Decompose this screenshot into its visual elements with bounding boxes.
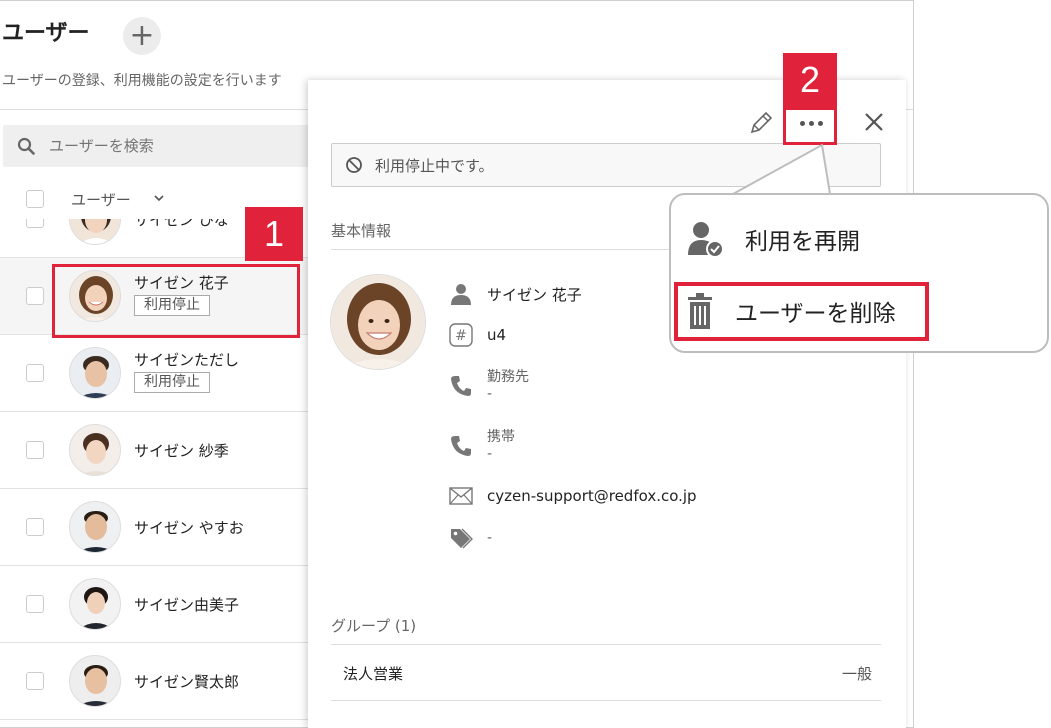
avatar [69, 578, 121, 630]
group-role: 一般 [841, 665, 872, 683]
edit-button[interactable] [748, 110, 774, 140]
chevron-down-icon[interactable] [152, 191, 166, 205]
page-subtitle: ユーザーの登録、利用機能の設定を行います [2, 73, 282, 89]
user-name: サイゼン やすお [134, 519, 244, 537]
suspended-status-bar: 利用停止中です。 [331, 143, 881, 187]
more-dots-icon [799, 120, 805, 126]
select-all-checkbox[interactable] [26, 190, 44, 208]
user-name: サイゼン賢太郎 [134, 673, 240, 691]
group-section-title: グループ (1) [331, 617, 417, 635]
search-box[interactable] [3, 125, 323, 167]
page-title: ユーザー [2, 21, 90, 46]
person-icon [451, 284, 471, 305]
column-header-user[interactable]: ユーザー [71, 189, 131, 210]
step1-label: 1 [245, 207, 303, 261]
row-checkbox[interactable] [26, 672, 44, 690]
tag-icon [451, 528, 473, 549]
list-item[interactable]: サイゼン賢太郎 [0, 643, 320, 720]
avatar [69, 219, 121, 245]
close-button[interactable] [863, 111, 885, 137]
add-user-button[interactable]: + [123, 17, 161, 55]
resume-usage-menu-item[interactable]: 利用を再開 [685, 219, 860, 259]
work-phone-value: - [487, 386, 493, 402]
status-badge: 利用停止 [134, 372, 210, 393]
avatar [69, 424, 121, 476]
status-message: 利用停止中です。 [375, 156, 494, 175]
user-check-icon [688, 222, 724, 258]
delete-user-menu-item[interactable]: ユーザーを削除 [685, 292, 896, 330]
list-item[interactable]: サイゼン やすお [0, 489, 320, 566]
status-badge: 利用停止 [134, 295, 210, 316]
close-icon [865, 113, 883, 131]
hash-icon: # [449, 323, 473, 347]
list-item[interactable]: サイゼン 紗季 [0, 412, 320, 489]
search-icon [17, 137, 35, 155]
delete-user-label: ユーザーを削除 [735, 301, 896, 327]
row-checkbox[interactable] [26, 219, 44, 228]
prohibited-icon [346, 157, 362, 173]
divider [331, 644, 881, 645]
step2-label: 2 [783, 53, 837, 107]
group-name: 法人営業 [343, 665, 404, 683]
list-item[interactable]: サイゼンただし 利用停止 [0, 335, 320, 412]
mobile-label: 携帯 [487, 429, 515, 445]
mobile-value: - [487, 446, 493, 462]
user-detail-panel: 利用停止中です。 基本情報 サイゼン 花子 # u4 勤務先 - 携帯 - cy… [308, 80, 906, 728]
avatar [69, 347, 121, 399]
svg-text:#: # [455, 328, 467, 344]
tags-value: - [487, 530, 493, 546]
email-address: cyzen-support@redfox.co.jp [487, 487, 697, 505]
more-options-menu: 利用を再開 ユーザーを削除 [669, 193, 1049, 353]
more-options-button[interactable] [794, 114, 828, 132]
user-list: サイゼン ひな サイゼン 花子 利用停止 サイゼンただし 利用停止 サイゼン 紗… [0, 219, 320, 727]
list-item[interactable]: サイゼン由美子 [0, 566, 320, 643]
list-item[interactable]: サイゼン 花子 利用停止 [0, 258, 320, 335]
row-checkbox[interactable] [26, 518, 44, 536]
divider [331, 700, 881, 701]
avatar [69, 270, 121, 322]
trash-icon [688, 293, 712, 329]
user-name: サイゼンただし [134, 351, 240, 369]
work-phone-label: 勤務先 [487, 369, 529, 385]
row-checkbox[interactable] [26, 287, 44, 305]
row-checkbox[interactable] [26, 364, 44, 382]
user-name: サイゼン由美子 [134, 596, 240, 614]
row-checkbox[interactable] [26, 595, 44, 613]
plus-icon: + [129, 18, 155, 53]
row-checkbox[interactable] [26, 441, 44, 459]
user-name: サイゼン 花子 [134, 274, 229, 292]
avatar [69, 655, 121, 707]
user-code: u4 [487, 326, 507, 344]
phone-icon [451, 376, 471, 396]
pencil-icon [750, 111, 773, 134]
user-name: サイゼン ひな [134, 219, 229, 229]
avatar [330, 274, 426, 370]
avatar [69, 501, 121, 553]
search-input[interactable] [47, 136, 291, 156]
basic-info-title: 基本情報 [331, 222, 392, 240]
user-name: サイゼン 紗季 [134, 442, 229, 460]
phone-icon [451, 436, 471, 456]
resume-usage-label: 利用を再開 [745, 229, 860, 255]
user-name: サイゼン 花子 [487, 286, 582, 304]
mail-icon [449, 487, 473, 505]
